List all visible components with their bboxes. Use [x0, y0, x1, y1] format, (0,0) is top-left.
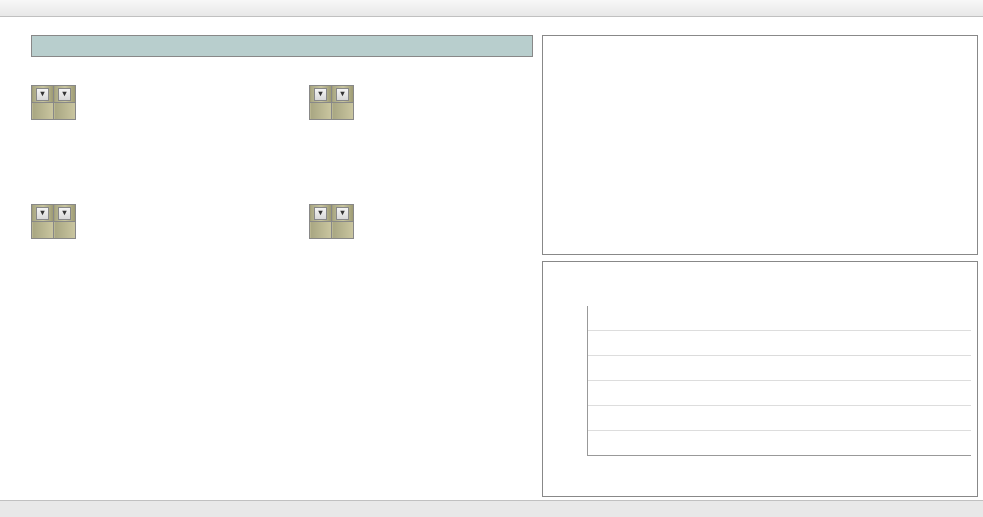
out-col-item[interactable]: ▾ — [32, 205, 54, 222]
bar-chart-title — [543, 262, 977, 270]
dropdown-icon[interactable]: ▾ — [336, 88, 349, 101]
dropdown-icon[interactable]: ▾ — [36, 207, 49, 220]
doing-col-item[interactable]: ▾ — [310, 86, 332, 103]
title-bar — [31, 35, 533, 57]
out-table: ▾▾ — [31, 204, 76, 239]
sem-table: ▾▾ — [309, 204, 354, 239]
horizontal-scrollbar[interactable] — [0, 500, 983, 517]
out-col-amt[interactable]: ▾ — [54, 205, 76, 222]
sem-col-item[interactable]: ▾ — [310, 205, 332, 222]
out-total — [54, 222, 76, 239]
sem-col-amt[interactable]: ▾ — [332, 205, 354, 222]
doing-total-label — [310, 103, 332, 120]
pie-chart[interactable] — [542, 35, 978, 255]
dropdown-icon[interactable]: ▾ — [58, 207, 71, 220]
dropdown-icon[interactable]: ▾ — [36, 88, 49, 101]
dropdown-icon[interactable]: ▾ — [58, 88, 71, 101]
doing-table: ▾▾ — [309, 85, 354, 120]
income-total-label — [32, 103, 54, 120]
pie-chart-title — [543, 36, 977, 44]
income-col-amt[interactable]: ▾ — [54, 86, 76, 103]
income-total — [54, 103, 76, 120]
income-table: ▾▾ — [31, 85, 76, 120]
sem-total-label — [310, 222, 332, 239]
out-total-label — [32, 222, 54, 239]
dropdown-icon[interactable]: ▾ — [314, 88, 327, 101]
bar-chart[interactable] — [542, 261, 978, 497]
doing-col-amt[interactable]: ▾ — [332, 86, 354, 103]
sem-total — [332, 222, 354, 239]
doing-total — [332, 103, 354, 120]
dropdown-icon[interactable]: ▾ — [314, 207, 327, 220]
income-col-item[interactable]: ▾ — [32, 86, 54, 103]
dropdown-icon[interactable]: ▾ — [336, 207, 349, 220]
